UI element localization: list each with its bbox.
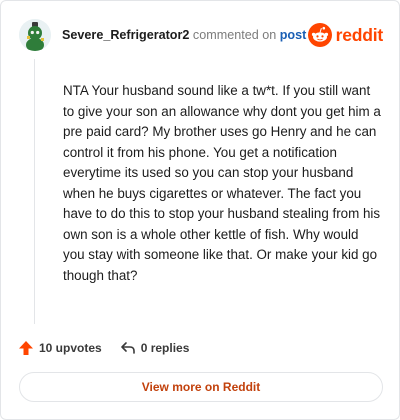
comment-actions: 10 upvotes 0 replies xyxy=(18,338,189,358)
comment-username[interactable]: Severe_Refrigerator2 xyxy=(62,28,189,42)
snoo-avatar-icon xyxy=(19,19,51,51)
post-link[interactable]: post xyxy=(280,28,307,42)
reddit-brand[interactable]: reddit xyxy=(307,23,384,47)
embedded-comment-card: Severe_Refrigerator2 commented on post r… xyxy=(0,0,400,420)
replies-button[interactable]: 0 replies xyxy=(120,340,190,356)
comment-author-line: Severe_Refrigerator2 commented on post xyxy=(62,28,306,42)
reply-arrow-icon xyxy=(120,342,135,354)
comment-body: NTA Your husband sound like a tw*t. If y… xyxy=(63,83,381,283)
reddit-wordmark: reddit xyxy=(335,24,384,45)
comment-meta-text: commented on xyxy=(192,28,277,42)
reddit-snoo-icon xyxy=(307,23,332,47)
thread-line xyxy=(34,59,35,324)
reply-count: 0 replies xyxy=(140,341,190,355)
user-avatar[interactable] xyxy=(19,19,51,51)
view-more-button[interactable]: View more on Reddit xyxy=(19,372,383,402)
upvote-count: 10 upvotes xyxy=(39,341,102,355)
comment-header: Severe_Refrigerator2 commented on post r… xyxy=(19,19,383,51)
upvote-arrow-icon xyxy=(19,341,33,355)
upvote-button[interactable]: 10 upvotes xyxy=(18,340,102,356)
